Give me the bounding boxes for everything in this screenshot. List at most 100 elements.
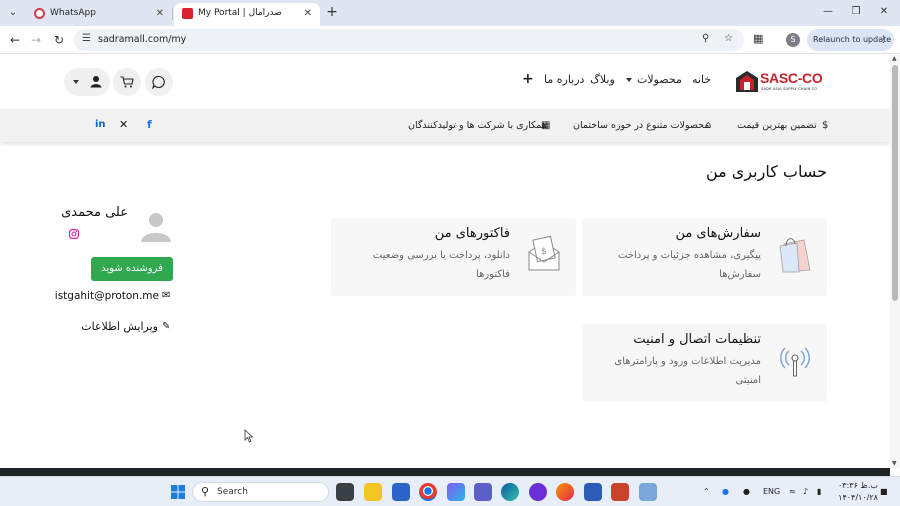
instagram-icon[interactable] <box>69 229 79 239</box>
taskbar-search[interactable]: ⚲ Search <box>192 482 329 502</box>
avatar <box>141 213 171 242</box>
forward-icon[interactable]: → <box>27 31 45 49</box>
cart-icon <box>120 76 134 88</box>
url-text[interactable]: sadramall.com/my <box>98 29 186 51</box>
edit-info-link[interactable]: ویرایش اطلاعات <box>81 320 158 333</box>
facebook-icon[interactable]: f <box>147 118 152 132</box>
card-title: سفارش‌های من <box>675 226 761 241</box>
card-title: تنظیمات اتصال و امنیت <box>633 332 761 347</box>
user-icon <box>90 76 102 88</box>
x-icon[interactable]: ✕ <box>119 118 128 132</box>
card-title: فاکتورهای من <box>434 226 510 241</box>
invoice-envelope-icon: $ <box>528 235 560 271</box>
back-icon[interactable]: ← <box>6 31 24 49</box>
minimize-icon[interactable]: — <box>818 4 838 20</box>
info-strip: $ تضمین بهترین قیمت ⌂ محصولات متنوع در ح… <box>0 109 890 239</box>
restore-icon[interactable]: ❐ <box>846 4 866 20</box>
browser-toolbar: ← → ↻ ☰ sadramall.com/my ⚲ ☆ ▦ S Relaunc… <box>0 26 900 54</box>
logo-mark-icon <box>736 71 758 92</box>
copilot-icon[interactable] <box>447 483 465 501</box>
tab-search-chevron-icon[interactable]: ⌄ <box>4 4 22 22</box>
tab-whatsapp[interactable]: WhatsApp ✕ <box>26 3 172 26</box>
whatsapp-favicon-icon <box>34 8 45 19</box>
site-logo[interactable]: SASC-CO SADR ASIA SUPPLY CHAIN CO <box>734 68 829 96</box>
tray-chevron-up-icon[interactable]: ⌃ <box>703 486 710 498</box>
new-tab-icon[interactable]: + <box>324 4 340 20</box>
snipping-tool-icon[interactable] <box>639 483 657 501</box>
edge-icon[interactable] <box>501 483 519 501</box>
tray-app-icon[interactable]: ● <box>722 486 729 498</box>
chevron-down-icon[interactable] <box>626 78 632 82</box>
wifi-icon[interactable]: ≈ <box>789 486 796 498</box>
scroll-down-icon[interactable]: ▼ <box>892 460 897 467</box>
store-app-icon[interactable] <box>392 483 410 501</box>
file-explorer-icon[interactable] <box>364 483 382 501</box>
extensions-icon[interactable]: ▦ <box>753 32 763 45</box>
search-icon: ⚲ <box>201 485 210 498</box>
tab-my-portal[interactable]: My Portal | صدرامال ✕ <box>174 3 320 26</box>
close-window-icon[interactable]: ✕ <box>874 4 894 20</box>
site-info-icon[interactable]: ☰ <box>82 33 91 44</box>
profile-avatar[interactable]: S <box>786 33 800 47</box>
card-description: دانلود، پرداخت یا بررسی وضعیت فاکتورها <box>372 250 510 280</box>
microphone-icon[interactable]: ● <box>743 486 750 498</box>
chrome-icon[interactable] <box>419 483 437 501</box>
cart-button[interactable] <box>113 68 141 96</box>
powerpoint-icon[interactable] <box>611 483 629 501</box>
nav-blog[interactable]: وبلاگ <box>590 72 615 88</box>
windows-taskbar: ⚲ Search ⌃ ● ● ENG ≈ ♪ ▮ ب.ظ ۰۳:۳۶ ۱۴۰۴/… <box>0 476 900 506</box>
nav-home[interactable]: خانه <box>692 72 711 88</box>
plus-icon[interactable]: + <box>522 71 534 87</box>
card-description: پیگیری، مشاهده جزئیات و پرداخت سفارش‌ها <box>617 250 761 280</box>
profile-name: علی محمدی <box>61 205 128 220</box>
security-card[interactable]: تنظیمات اتصال و امنیت مدیریت اطلاعات ورو… <box>582 324 827 402</box>
partner-text: همکاری با شرکت ها و تولیدکنندگان <box>408 120 547 131</box>
word-icon[interactable] <box>584 483 602 501</box>
app-icon[interactable] <box>529 483 547 501</box>
system-clock[interactable]: ب.ظ ۰۳:۳۶ ۱۴۰۴/۱۰/۲۸ <box>838 480 878 504</box>
nav-products[interactable]: محصولات <box>637 72 682 88</box>
volume-icon[interactable]: ♪ <box>803 486 808 498</box>
tab-divider <box>172 8 173 20</box>
language-indicator[interactable]: ENG <box>763 486 780 498</box>
firefox-icon[interactable] <box>556 483 574 501</box>
task-view-icon[interactable] <box>336 483 354 501</box>
envelope-icon: ✉ <box>162 290 171 301</box>
scroll-up-icon[interactable]: ▲ <box>892 55 897 62</box>
clock-date: ۱۴۰۴/۱۰/۲۸ <box>838 493 878 502</box>
orders-card[interactable]: سفارش‌های من پیگیری، مشاهده جزئیات و پرد… <box>582 218 827 296</box>
page-title: حساب کاربری من <box>705 162 827 181</box>
page-scrollbar[interactable]: ▲ ▼ <box>890 55 900 468</box>
notification-icon[interactable]: ■ <box>880 486 888 498</box>
search-placeholder: Search <box>217 487 248 497</box>
logo-subtitle: SADR ASIA SUPPLY CHAIN CO <box>761 87 818 91</box>
zoom-icon[interactable]: ⚲ <box>702 33 709 44</box>
invoices-card[interactable]: فاکتورهای من دانلود، پرداخت یا بررسی وضع… <box>331 218 576 296</box>
user-menu-button[interactable] <box>64 68 110 96</box>
variety-text: محصولات متنوع در حوزه ساختمان <box>573 120 710 131</box>
battery-icon[interactable]: ▮ <box>817 486 821 498</box>
relaunch-button[interactable]: Relaunch to update ⋮ <box>807 29 894 51</box>
shopping-bag-icon <box>779 238 811 273</box>
reload-icon[interactable]: ↻ <box>50 31 68 49</box>
become-seller-button[interactable]: فروشنده شوید <box>91 257 173 281</box>
linkedin-icon[interactable]: in <box>95 118 106 132</box>
nav-about[interactable]: درباره ما <box>544 72 584 88</box>
close-tab-icon[interactable]: ✕ <box>304 3 312 24</box>
site-footer-edge <box>0 468 890 476</box>
tab-title: My Portal | صدرامال <box>198 8 282 18</box>
card-description: مدیریت اطلاعات ورود و پارامترهای امنیتی <box>614 356 761 386</box>
logo-name: SASC-CO <box>760 70 823 86</box>
pencil-icon[interactable]: ✎ <box>162 321 170 332</box>
chat-bubble-icon <box>152 75 165 89</box>
more-menu-icon: ⋮ <box>879 35 888 45</box>
windows-start-icon[interactable] <box>169 483 187 501</box>
close-tab-icon[interactable]: ✕ <box>156 3 164 24</box>
svg-text:$: $ <box>541 247 547 257</box>
address-bar[interactable]: ☰ sadramall.com/my ⚲ ☆ <box>74 29 744 51</box>
teams-icon[interactable] <box>474 483 492 501</box>
mouse-cursor-icon <box>244 429 254 443</box>
bookmark-star-icon[interactable]: ☆ <box>724 33 733 44</box>
chat-button[interactable] <box>145 68 173 96</box>
scrollbar-thumb[interactable] <box>892 65 898 301</box>
